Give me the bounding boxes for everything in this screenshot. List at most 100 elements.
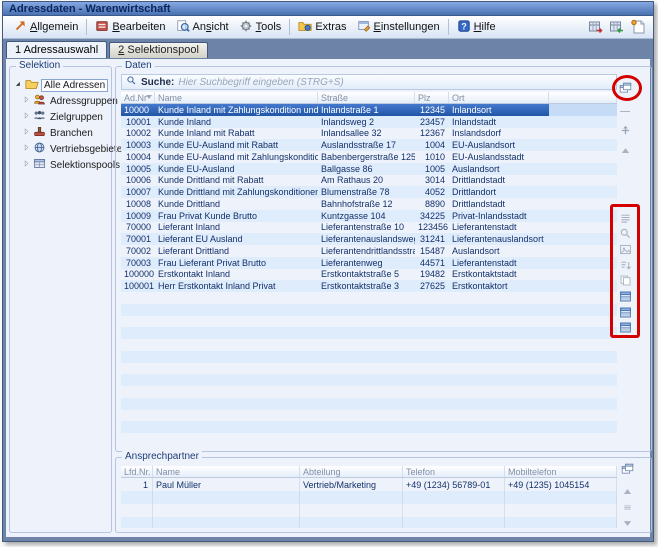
grid-view-icon[interactable] [618, 305, 632, 319]
menu-item-ansicht[interactable]: Ansicht [171, 17, 234, 38]
export-table-icon[interactable] [588, 19, 604, 35]
table-row[interactable]: 10005Kunde EU-AuslandBallgasse 861005Aus… [121, 163, 617, 175]
menu-item-bearbeiten[interactable]: Bearbeiten [90, 17, 170, 38]
column-header-ad-nr[interactable]: Ad.Nr [121, 92, 155, 103]
column-header-ort[interactable]: Ort [449, 92, 549, 103]
move-up-icon[interactable] [618, 123, 632, 137]
table-row-empty[interactable] [121, 433, 617, 445]
copy-icon[interactable] [618, 274, 632, 288]
table-row-empty[interactable] [121, 386, 617, 398]
menu-item-einstellungen[interactable]: Einstellungen [352, 17, 445, 38]
scroll-down-icon[interactable] [620, 516, 634, 530]
cell-ort: EU-Auslandsstadt [449, 152, 549, 162]
tree-item-branchen[interactable]: Branchen [22, 125, 110, 141]
label-part: icht [212, 21, 229, 33]
cell-name: Lieferant Inland [155, 222, 318, 232]
new-page-icon[interactable] [630, 19, 646, 35]
table-row[interactable]: 10008Kunde DrittlandBahnhofstraße 128890… [121, 198, 617, 210]
menu-item-extras[interactable]: Extras [293, 17, 351, 38]
table-row-empty[interactable] [121, 374, 617, 386]
table-row[interactable]: 100000Erstkontakt InlandErstkontaktstraß… [121, 269, 617, 281]
tree-collapsed-icon[interactable] [22, 111, 31, 123]
zoom-icon[interactable] [618, 227, 632, 241]
column-header-mobiltelefon[interactable]: Mobiltelefon [505, 466, 617, 477]
table-row-empty[interactable] [121, 517, 617, 528]
grid-view-icon[interactable] [618, 321, 632, 335]
cell-plz: 15487 [415, 246, 449, 256]
tab-2-selektionspool[interactable]: 2 Selektionspool [109, 42, 208, 58]
app-window: Adressdaten - Warenwirtschaft Allgemein B… [2, 1, 654, 542]
table-row-empty[interactable] [121, 491, 617, 504]
table-row-empty[interactable] [121, 410, 617, 422]
label-part: Extras [315, 21, 346, 33]
table-row[interactable]: 70000Lieferant InlandLieferantenstraße 1… [121, 222, 617, 234]
scroll-up-icon[interactable] [620, 484, 634, 498]
table-row[interactable]: 10007Kunde Drittland mit Zahlungskonditi… [121, 186, 617, 198]
column-header-name[interactable]: Name [153, 466, 300, 477]
cell-name: Kunde Inland mit Rabatt [155, 128, 318, 138]
column-header-telefon[interactable]: Telefon [403, 466, 505, 477]
table-row-empty[interactable] [121, 351, 617, 363]
table-row[interactable]: 70001Lieferant EU AuslandLieferantenausl… [121, 233, 617, 245]
title-bar[interactable]: Adressdaten - Warenwirtschaft [3, 2, 653, 16]
tree-collapsed-icon[interactable] [22, 143, 31, 155]
table-row-empty[interactable] [121, 398, 617, 410]
table-row-empty[interactable] [121, 316, 617, 328]
table-row-empty[interactable] [121, 504, 617, 517]
tree-collapsed-icon[interactable] [22, 95, 31, 107]
table-row[interactable]: 100001Herr Erstkontakt Inland PrivatErst… [121, 280, 617, 292]
search-icon [126, 75, 137, 89]
table-row[interactable]: 10000Kunde Inland mit Zahlungskondition … [121, 104, 617, 116]
rows-icon[interactable] [618, 211, 632, 225]
cell-abteilung [300, 504, 403, 517]
column-chooser-icon[interactable] [618, 81, 632, 95]
table-row-empty[interactable] [121, 327, 617, 339]
table-row[interactable]: 10004Kunde EU-Ausland mit Zahlungskondit… [121, 151, 617, 163]
tree-expanded-icon[interactable] [13, 79, 23, 92]
table-row-empty[interactable] [121, 304, 617, 316]
table-row[interactable]: 10009Frau Privat Kunde BruttoKuntzgasse … [121, 210, 617, 222]
tree-item-alle-adressen[interactable]: Alle Adressen [13, 77, 110, 93]
table-row[interactable]: 70003Frau Lieferant Privat BruttoLiefera… [121, 257, 617, 269]
table-row[interactable]: 70002Lieferant DrittlandLieferantendritt… [121, 245, 617, 257]
menu-item-allgemein[interactable]: Allgemein [8, 17, 83, 38]
grid-view-icon[interactable] [618, 290, 632, 304]
table-row[interactable]: 10001Kunde InlandInlandsweg 223457Inland… [121, 116, 617, 128]
cell-stra-e: Lieferantendrittlandsstraße 65 [318, 246, 415, 256]
table-row-empty[interactable] [121, 292, 617, 304]
sort-rows-icon[interactable] [618, 258, 632, 272]
tree-item-selektionspools[interactable]: Selektionspools [22, 157, 110, 173]
search-input[interactable]: Suche: Hier Suchbegriff eingeben (STRG+S… [121, 74, 617, 90]
table-row-empty[interactable] [121, 339, 617, 351]
table-row[interactable]: 10003Kunde EU-Ausland mit RabattAuslands… [121, 139, 617, 151]
tree-item-zielgruppen[interactable]: Zielgruppen [22, 109, 110, 125]
table-row[interactable]: 10002Kunde Inland mit RabattInlandsallee… [121, 128, 617, 140]
cell-mobiltelefon [505, 491, 617, 504]
scroll-up-icon[interactable] [618, 143, 632, 157]
column-header-lfd-nr[interactable]: Lfd.Nr. [121, 466, 153, 477]
column-header-name[interactable]: Name [155, 92, 318, 103]
column-header-stra-e[interactable]: Straße [318, 92, 415, 103]
tab-1-adressauswahl[interactable]: 1 Adressauswahl [6, 41, 107, 58]
cell-plz: 1005 [415, 164, 449, 174]
column-header-label: Plz [418, 93, 431, 103]
menu-item-tools[interactable]: Tools [234, 17, 287, 38]
address-grid-header: Ad.Nr NameStraßePlz Ort [121, 92, 617, 104]
column-header-label: Ad.Nr [124, 93, 147, 103]
menu-item-hilfe[interactable]: ?Hilfe [452, 17, 501, 38]
image-icon[interactable] [618, 242, 632, 256]
menu-bar: Allgemein BearbeitenAnsichtTools Extras Ein… [3, 16, 653, 39]
tree-collapsed-icon[interactable] [22, 159, 31, 171]
table-row-empty[interactable] [121, 363, 617, 375]
table-row-empty[interactable] [121, 421, 617, 433]
table-row[interactable]: 1Paul MüllerVertrieb/Marketing+49 (1234)… [121, 478, 617, 491]
column-header-abteilung[interactable]: Abteilung [300, 466, 403, 477]
tree-item-vertriebsgebiete[interactable]: Vertriebsgebiete [22, 141, 110, 157]
column-header-plz[interactable]: Plz [415, 92, 449, 103]
tree-item-adressgruppen[interactable]: Adressgruppen [22, 93, 110, 109]
table-row[interactable]: 10006Kunde Drittland mit RabattAm Rathau… [121, 175, 617, 187]
cell-name: Kunde Drittland [155, 199, 318, 209]
import-table-icon[interactable] [609, 19, 625, 35]
tree-collapsed-icon[interactable] [22, 127, 31, 139]
column-chooser-icon[interactable] [620, 462, 634, 476]
